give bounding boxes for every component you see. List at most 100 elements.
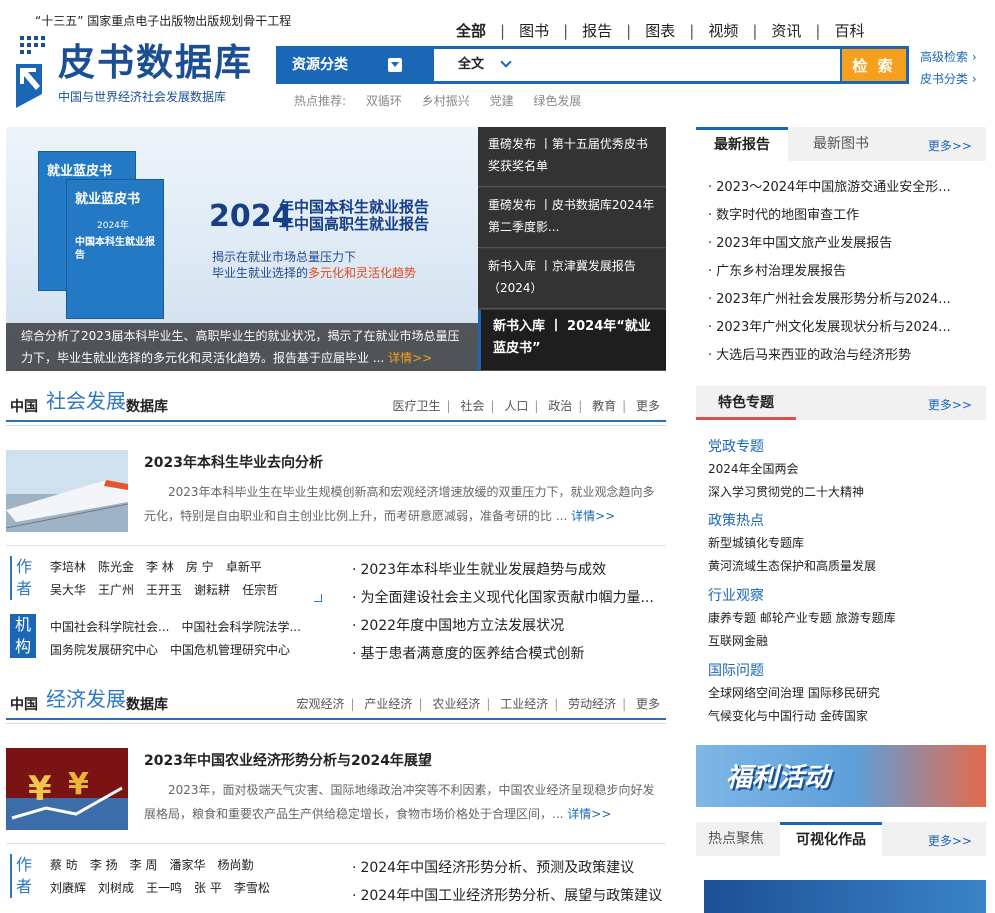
topic-heading[interactable]: 政策热点 xyxy=(708,510,764,530)
author-link[interactable]: 李 周 xyxy=(130,858,158,872)
author-link[interactable]: 吴大华 xyxy=(50,583,86,597)
search-button[interactable]: 检 索 xyxy=(842,49,906,81)
advanced-search-link[interactable]: 高级检索 › xyxy=(920,46,977,68)
banner-image[interactable]: 就业蓝皮书 就业蓝皮书 2024年 中国本科生就业报告 2024 年中国本科生就… xyxy=(6,127,478,371)
related-item[interactable]: 基于患者满意度的医养结合模式创新 xyxy=(352,640,666,668)
topic-item[interactable]: 2024年全国两会 xyxy=(708,460,799,477)
author-link[interactable]: 蔡 昉 xyxy=(50,858,78,872)
tab-hot-focus[interactable]: 热点聚焦 xyxy=(696,822,776,856)
org-link[interactable]: 中国危机管理研究中心 xyxy=(170,643,290,657)
more-link[interactable]: 更多 xyxy=(636,399,660,413)
search-input[interactable] xyxy=(514,49,840,81)
book-category-link[interactable]: 皮书分类 › xyxy=(920,68,977,90)
org-link[interactable]: 国务院发展研究中心 xyxy=(50,643,158,657)
nav-all[interactable]: 全部 xyxy=(456,20,486,41)
topic-heading[interactable]: 党政专题 xyxy=(708,436,764,456)
banner-news-item[interactable]: 重磅发布 丨第十五届优秀皮书奖获奖名单 xyxy=(478,127,666,187)
topic-heading[interactable]: 行业观察 xyxy=(708,585,764,605)
author-link[interactable]: 李 扬 xyxy=(90,858,118,872)
feature-title[interactable]: 2023年本科生毕业去向分析 xyxy=(144,452,323,472)
author-link[interactable]: 刘赓辉 xyxy=(50,881,86,895)
scope-select[interactable]: 全文 xyxy=(434,49,514,81)
topic-heading[interactable]: 国际问题 xyxy=(708,660,764,680)
category-link[interactable]: 政治 xyxy=(548,399,572,413)
topic-item[interactable]: 全球网络空间治理 国际移民研究 xyxy=(708,684,880,701)
banner-news-item[interactable]: 新书入库 丨京津冀发展报告（2024） xyxy=(478,249,666,309)
author-link[interactable]: 潘家华 xyxy=(169,858,205,872)
nav-reports[interactable]: 报告 xyxy=(582,20,612,41)
author-link[interactable]: 杨尚勤 xyxy=(218,858,254,872)
author-link[interactable]: 李培林 xyxy=(50,560,86,574)
author-link[interactable]: 谢耘耕 xyxy=(194,583,230,597)
topic-item[interactable]: 气候变化与中国行动 金砖国家 xyxy=(708,707,868,724)
author-link[interactable]: 陈光金 xyxy=(98,560,134,574)
report-item[interactable]: 2023～2024年中国旅游交通业安全形... xyxy=(708,174,978,202)
org-link[interactable]: 中国社会科学院社会... xyxy=(50,620,169,634)
section-title[interactable]: 社会发展 xyxy=(46,385,126,414)
nav-books[interactable]: 图书 xyxy=(519,20,549,41)
section-title[interactable]: 经济发展 xyxy=(46,683,126,712)
banner-news-item-active[interactable]: 新书入库 丨 2024年“就业蓝皮书” xyxy=(478,310,666,371)
author-link[interactable]: 李 林 xyxy=(146,560,174,574)
report-item[interactable]: 数字时代的地图审查工作 xyxy=(708,202,978,230)
feature-more-link[interactable]: 详情>> xyxy=(571,509,615,523)
report-item[interactable]: 2023年中国文旅产业发展报告 xyxy=(708,230,978,258)
hot-item[interactable]: 双循环 xyxy=(366,94,402,108)
category-link[interactable]: 劳动经济 xyxy=(568,697,616,711)
author-link[interactable]: 王开玉 xyxy=(146,583,182,597)
author-link[interactable]: 房 宁 xyxy=(186,560,214,574)
related-item[interactable]: 2024年中国工业经济形势分析、展望与政策建议 xyxy=(352,882,666,910)
category-link[interactable]: 医疗卫生 xyxy=(393,399,441,413)
nav-encyclopedia[interactable]: 百科 xyxy=(834,20,864,41)
train-image[interactable] xyxy=(6,450,128,532)
nav-news[interactable]: 资讯 xyxy=(771,20,801,41)
banner-more-link[interactable]: 详情>> xyxy=(388,351,432,365)
welfare-banner[interactable]: 福利活动 xyxy=(696,745,986,807)
category-link[interactable]: 社会 xyxy=(460,399,484,413)
visualization-banner[interactable] xyxy=(704,880,986,913)
report-item[interactable]: 广东乡村治理发展报告 xyxy=(708,258,978,286)
topic-item[interactable]: 新型城镇化专题库 xyxy=(708,534,804,551)
author-link[interactable]: 刘树成 xyxy=(98,881,134,895)
category-link[interactable]: 教育 xyxy=(592,399,616,413)
more-link[interactable]: 更多>> xyxy=(928,832,972,849)
topic-item[interactable]: 深入学习贯彻党的二十大精神 xyxy=(708,483,864,500)
author-link[interactable]: 任宗哲 xyxy=(242,583,278,597)
yuan-symbol-image[interactable]: ¥ ¥ xyxy=(6,748,128,830)
nav-charts[interactable]: 图表 xyxy=(645,20,675,41)
category-link[interactable]: 人口 xyxy=(504,399,528,413)
tab-latest-report[interactable]: 最新报告 xyxy=(696,127,788,161)
related-item[interactable]: 2022年度中国地方立法发展状况 xyxy=(352,612,666,640)
author-link[interactable]: 王一鸣 xyxy=(146,881,182,895)
author-link[interactable]: 王广州 xyxy=(98,583,134,597)
hot-item[interactable]: 党建 xyxy=(490,94,514,108)
related-item[interactable]: 2024年中国经济形势分析、预测及政策建议 xyxy=(352,854,666,882)
related-item[interactable]: 为全面建设社会主义现代化国家贡献巾帼力量... xyxy=(352,584,666,612)
tab-featured-topics[interactable]: 特色专题 xyxy=(696,386,796,420)
more-link[interactable]: 更多 xyxy=(636,697,660,711)
tab-latest-book[interactable]: 最新图书 xyxy=(796,127,886,161)
site-logo[interactable]: 皮书数据库 中国与世界经济社会发展数据库 xyxy=(14,32,264,108)
related-item[interactable]: 2023年本科毕业生就业发展趋势与成效 xyxy=(352,556,666,584)
category-link[interactable]: 宏观经济 xyxy=(297,697,345,711)
nav-videos[interactable]: 视频 xyxy=(708,20,738,41)
more-link[interactable]: 更多>> xyxy=(928,396,972,413)
category-dropdown[interactable]: 资源分类 xyxy=(276,46,434,84)
topic-item[interactable]: 黄河流域生态保护和高质量发展 xyxy=(708,557,876,574)
report-item[interactable]: 大选后马来西亚的政治与经济形势 xyxy=(708,342,978,370)
report-item[interactable]: 2023年广州社会发展形势分析与2024... xyxy=(708,286,978,314)
category-link[interactable]: 农业经济 xyxy=(432,697,480,711)
topic-item[interactable]: 互联网金融 xyxy=(708,632,768,649)
author-link[interactable]: 卓新平 xyxy=(226,560,262,574)
banner-news-item[interactable]: 重磅发布 丨皮书数据库2024年第二季度影... xyxy=(478,188,666,248)
category-link[interactable]: 工业经济 xyxy=(500,697,548,711)
feature-title[interactable]: 2023年中国农业经济形势分析与2024年展望 xyxy=(144,750,432,770)
topic-item[interactable]: 康养专题 邮轮产业专题 旅游专题库 xyxy=(708,609,896,626)
author-link[interactable]: 张 平 xyxy=(194,881,222,895)
more-link[interactable]: 更多>> xyxy=(928,137,972,154)
report-item[interactable]: 2023年广州文化发展现状分析与2024... xyxy=(708,314,978,342)
hot-item[interactable]: 乡村振兴 xyxy=(422,94,470,108)
org-link[interactable]: 中国社会科学院法学... xyxy=(181,620,300,634)
tab-visualization[interactable]: 可视化作品 xyxy=(780,822,882,856)
hot-item[interactable]: 绿色发展 xyxy=(533,94,581,108)
